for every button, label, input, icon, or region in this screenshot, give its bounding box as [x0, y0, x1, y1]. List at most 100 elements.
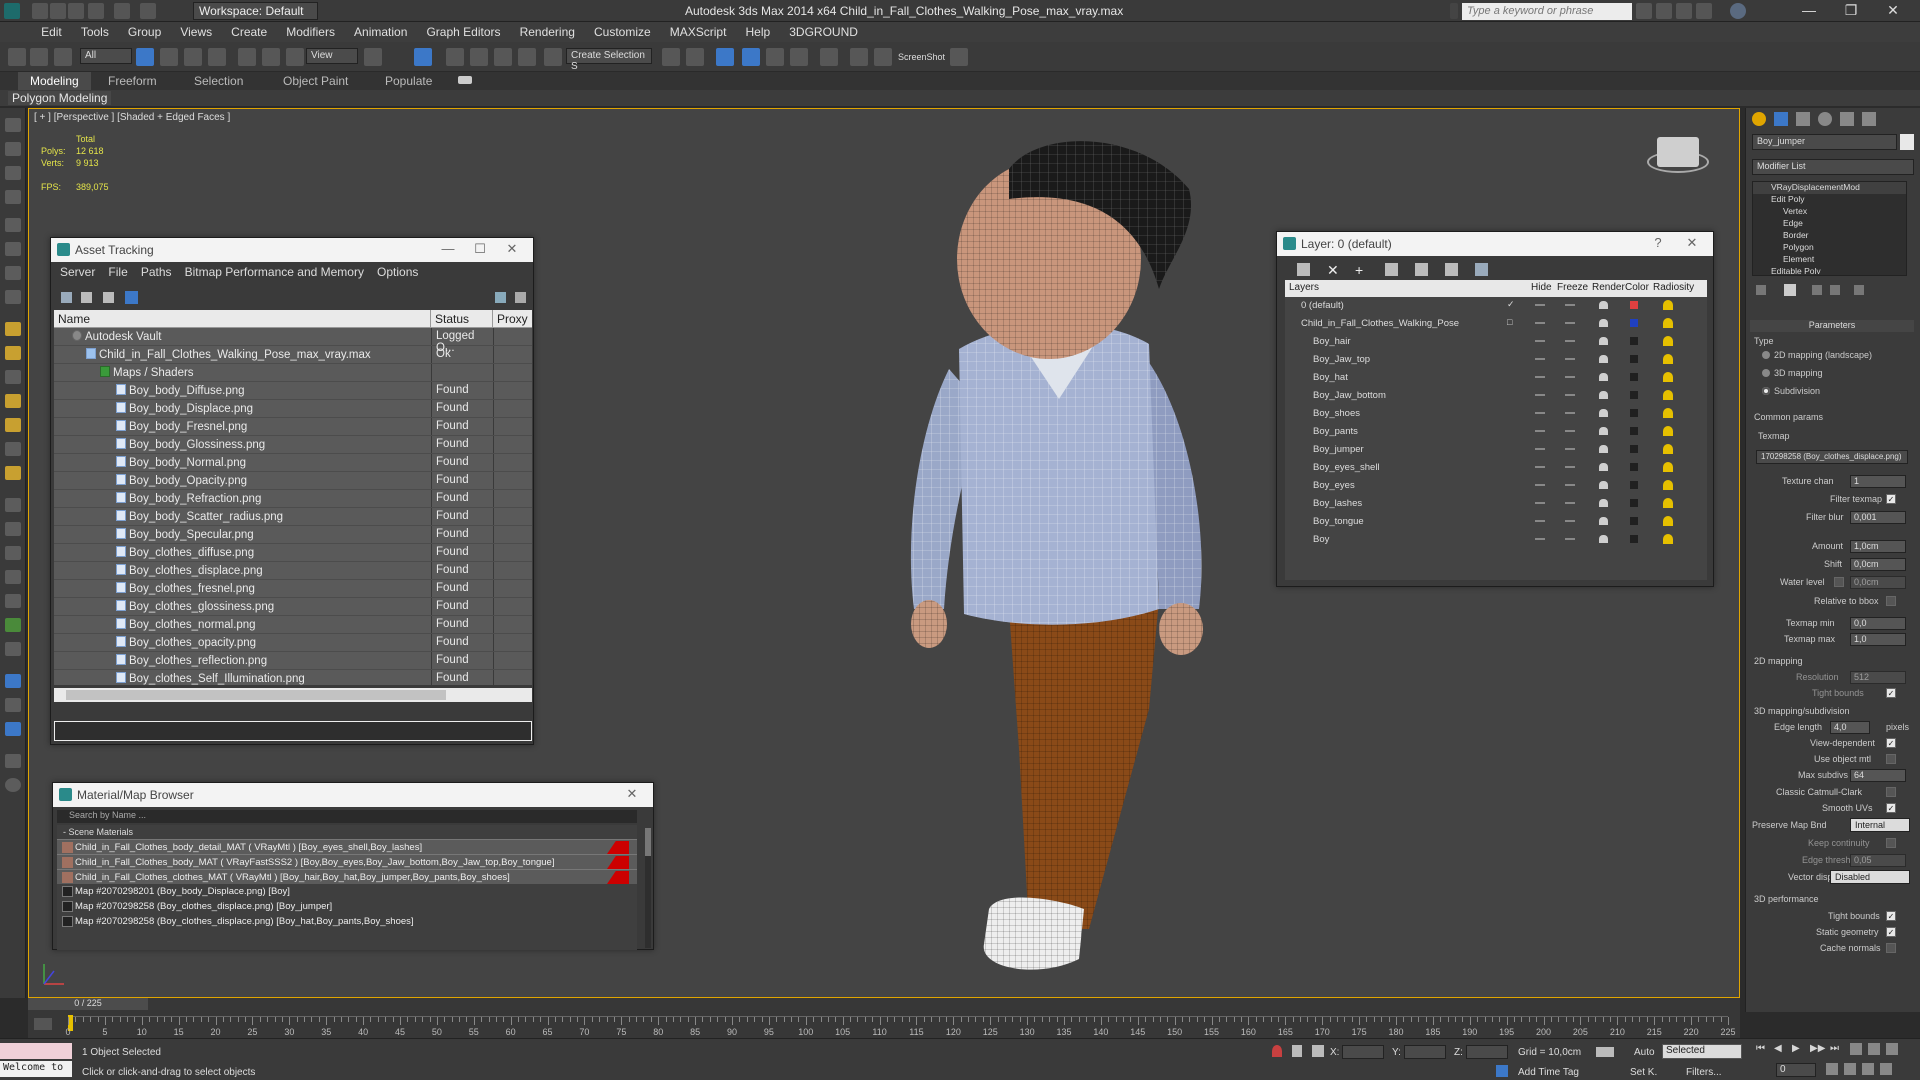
freeze-toggle[interactable]: [1565, 466, 1575, 468]
stack-vraydisplacement[interactable]: VRayDisplacementMod: [1753, 182, 1906, 194]
link-icon[interactable]: [8, 48, 26, 66]
key-icon[interactable]: [1596, 1047, 1614, 1057]
align-icon[interactable]: [686, 48, 704, 66]
freeze-toggle[interactable]: [1565, 394, 1575, 396]
radiosity-icon[interactable]: [1663, 426, 1673, 436]
keep-continuity-checkbox[interactable]: [1886, 838, 1896, 848]
pyramid-tool-icon[interactable]: [5, 418, 21, 432]
asset-tracking-dialog[interactable]: Asset Tracking — ☐ ✕ Server File Paths B…: [50, 237, 534, 745]
radiosity-icon[interactable]: [1663, 300, 1673, 310]
asset-menu-paths[interactable]: Paths: [136, 262, 177, 282]
view-dependent-checkbox[interactable]: ✓: [1886, 738, 1896, 748]
add-time-tag[interactable]: Add Time Tag: [1518, 1067, 1579, 1078]
app-logo-icon[interactable]: [4, 3, 20, 19]
layer-color-swatch[interactable]: [1630, 301, 1638, 309]
remove-modifier-icon[interactable]: [1830, 285, 1840, 295]
make-unique-icon[interactable]: [1812, 285, 1822, 295]
layer-color-swatch[interactable]: [1630, 463, 1638, 471]
layer-color-swatch[interactable]: [1630, 337, 1638, 345]
field-of-view-icon[interactable]: [1862, 1063, 1874, 1075]
zoom-icon[interactable]: [1868, 1043, 1880, 1055]
biped-tool-icon[interactable]: [5, 546, 21, 560]
eye-tool-icon[interactable]: [5, 218, 21, 232]
layer-color-swatch[interactable]: [1630, 355, 1638, 363]
asset-horizontal-scrollbar[interactable]: [54, 688, 532, 702]
table-row[interactable]: Boy_clothes_diffuse.png Found: [54, 544, 532, 562]
document-tool-icon[interactable]: [5, 754, 21, 768]
goto-start-icon[interactable]: ⏮: [1756, 1043, 1765, 1054]
tab-freeform[interactable]: Freeform: [108, 74, 157, 88]
help-icon[interactable]: [1730, 3, 1746, 19]
hide-toggle[interactable]: [1535, 448, 1545, 450]
select-by-name-icon[interactable]: [160, 48, 178, 66]
help-tool-icon[interactable]: [5, 778, 21, 792]
help-search-input[interactable]: Type a keyword or phrase: [1462, 3, 1632, 20]
tab-selection[interactable]: Selection: [194, 74, 243, 88]
menu-customize[interactable]: Customize: [586, 22, 659, 42]
favorites-star-icon[interactable]: [1696, 3, 1712, 19]
texture-chan-spinner[interactable]: 1: [1850, 475, 1906, 488]
zoom-all-icon[interactable]: [1886, 1043, 1898, 1055]
pan-icon[interactable]: [1826, 1063, 1838, 1075]
table-row[interactable]: Boy_body_Diffuse.png Found: [54, 382, 532, 400]
layer-color-swatch[interactable]: [1630, 535, 1638, 543]
table-row[interactable]: Boy_body_Glossiness.png Found: [54, 436, 532, 454]
layer-col-color[interactable]: Color: [1625, 282, 1649, 293]
sphere-blue-tool-icon[interactable]: [5, 722, 21, 736]
circle-tool-icon[interactable]: [5, 370, 21, 384]
stack-edit-poly[interactable]: Edit Poly: [1753, 194, 1906, 206]
spinner-snap-icon[interactable]: [518, 48, 536, 66]
particle-tool-icon[interactable]: [5, 498, 21, 512]
ref-coord-dropdown[interactable]: View: [306, 48, 358, 64]
grid-tool-icon[interactable]: [5, 190, 21, 204]
torus-tool-icon[interactable]: [5, 466, 21, 480]
radiosity-icon[interactable]: [1663, 354, 1673, 364]
edge-length-spinner[interactable]: 4,0: [1830, 721, 1870, 734]
map-item[interactable]: Map #2070298201 (Boy_body_Displace.png) …: [57, 884, 637, 899]
hide-all-layers-icon[interactable]: [1445, 263, 1458, 276]
isolate-icon[interactable]: [1272, 1045, 1282, 1057]
stack-border[interactable]: Border: [1753, 230, 1906, 242]
hide-toggle[interactable]: [1535, 502, 1545, 504]
render-teapot-icon[interactable]: [1599, 301, 1608, 309]
layer-color-swatch[interactable]: [1630, 481, 1638, 489]
catmull-clark-checkbox[interactable]: [1886, 787, 1896, 797]
table-row[interactable]: Boy_clothes_reflection.png Found: [54, 652, 532, 670]
curve-editor-icon[interactable]: [790, 48, 808, 66]
render-teapot-icon[interactable]: [1599, 445, 1608, 453]
sun-tool-icon[interactable]: [5, 442, 21, 456]
layer-color-swatch[interactable]: [1630, 391, 1638, 399]
menu-maxscript[interactable]: MAXScript: [662, 22, 735, 42]
character-tool-icon[interactable]: [5, 594, 21, 608]
absolute-mode-icon[interactable]: [1312, 1045, 1324, 1057]
tab-object-paint[interactable]: Object Paint: [283, 74, 348, 88]
texmap-button[interactable]: 170298258 (Boy_clothes_displace.png): [1756, 450, 1908, 464]
object-name-field[interactable]: Boy_jumper: [1752, 134, 1897, 150]
named-selection-dropdown[interactable]: Create Selection S: [566, 48, 652, 72]
undo-icon[interactable]: [88, 3, 104, 19]
hide-toggle[interactable]: [1535, 340, 1545, 342]
static-geometry-checkbox[interactable]: ✓: [1886, 927, 1896, 937]
edit-named-selection-icon[interactable]: [544, 48, 562, 66]
layer-close-button[interactable]: ✕: [1677, 235, 1707, 251]
shift-spinner[interactable]: 0,0cm: [1850, 558, 1906, 571]
angle-snap-icon[interactable]: [470, 48, 488, 66]
layer-row[interactable]: Boy_shoes: [1285, 405, 1707, 423]
selection-lock-icon[interactable]: [1292, 1045, 1302, 1057]
render-teapot-icon[interactable]: [1599, 391, 1608, 399]
create-tab-icon[interactable]: [1752, 112, 1766, 126]
radiosity-icon[interactable]: [1663, 462, 1673, 472]
freeze-toggle[interactable]: [1565, 538, 1575, 540]
render-teapot-icon[interactable]: [1599, 337, 1608, 345]
asset-maximize-button[interactable]: ☐: [465, 241, 495, 257]
trackbar-menu-icon[interactable]: [34, 1018, 52, 1030]
water-level-checkbox[interactable]: [1834, 577, 1844, 587]
table-row[interactable]: Boy_body_Specular.png Found: [54, 526, 532, 544]
use-object-mtl-checkbox[interactable]: [1886, 754, 1896, 764]
layer-row[interactable]: Boy_pants: [1285, 423, 1707, 441]
tab-modeling[interactable]: Modeling: [18, 72, 91, 90]
render-teapot-icon[interactable]: [1599, 319, 1608, 327]
texmap-min-spinner[interactable]: 0,0: [1850, 617, 1906, 630]
tab-populate[interactable]: Populate: [385, 74, 432, 88]
material-item[interactable]: Child_in_Fall_Clothes_body_detail_MAT ( …: [57, 839, 637, 854]
